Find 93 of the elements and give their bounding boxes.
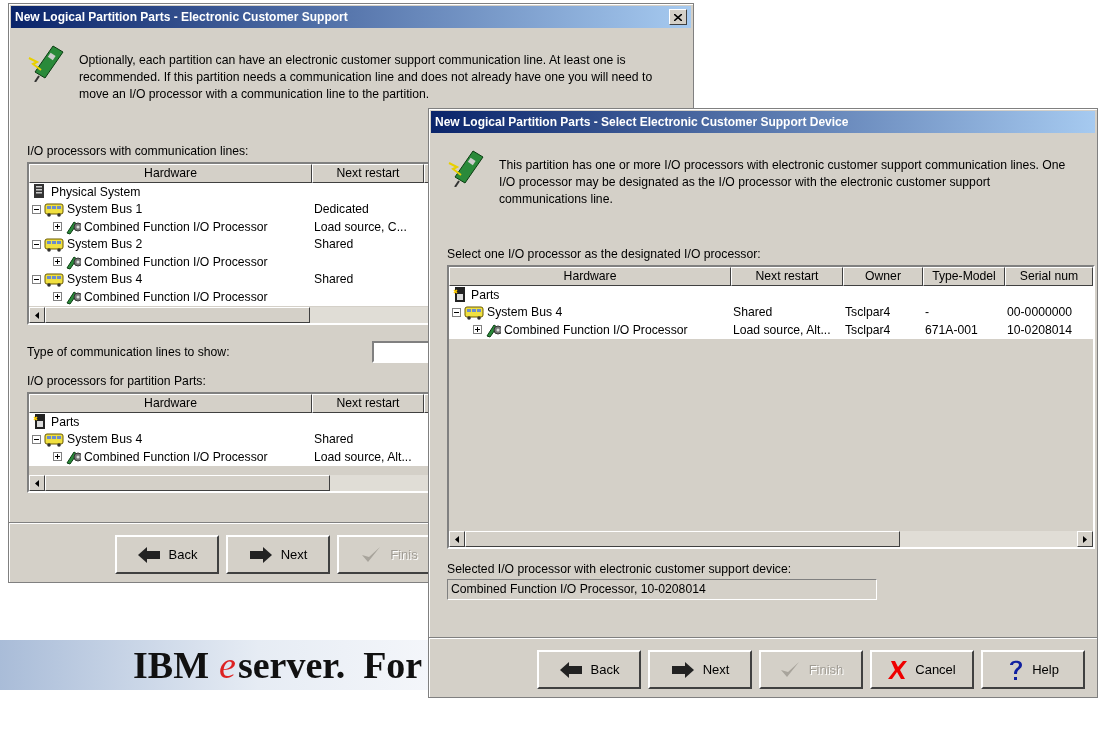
column-header[interactable]: Next restart: [731, 267, 843, 286]
back-button[interactable]: Back: [537, 650, 641, 689]
scroll-left-button[interactable]: [29, 475, 45, 491]
table-cell: 671A-001: [925, 322, 978, 337]
column-header[interactable]: Type-Model: [923, 267, 1005, 286]
tree-item-label[interactable]: Combined Function I/O Processor: [84, 217, 268, 236]
table-cell: 10-0208014: [1007, 322, 1073, 337]
tree-item-label[interactable]: System Bus 1: [67, 200, 143, 219]
section-label: Selected I/O processor with electronic customer support device:: [447, 561, 793, 577]
tree-item-label[interactable]: Physical System: [51, 183, 141, 201]
table-cell: Load source, Alt...: [733, 322, 831, 337]
table-cell: Load source, Alt...: [314, 449, 412, 464]
collapse-icon[interactable]: [452, 307, 461, 317]
bus-icon: [44, 235, 64, 253]
table-cell: Tsclpar4: [845, 322, 891, 337]
next-button[interactable]: Next: [648, 650, 752, 689]
table-cell: Load source, C...: [314, 219, 407, 234]
column-header[interactable]: Next restart: [312, 164, 424, 183]
scrollbar-thumb[interactable]: [465, 531, 900, 547]
tree-item-label[interactable]: Parts: [51, 413, 80, 431]
table-cell: Shared: [314, 237, 354, 252]
partition-icon: [452, 286, 468, 304]
collapse-icon[interactable]: [32, 274, 41, 284]
bus-icon: [464, 303, 484, 321]
scroll-right-button[interactable]: [1077, 531, 1093, 547]
column-header[interactable]: Serial num: [1005, 267, 1093, 286]
tree-item-label[interactable]: Combined Function I/O Processor: [504, 320, 688, 339]
column-header[interactable]: Hardware: [29, 394, 312, 413]
window-title: New Logical Partition Parts - Electronic Customer Support: [15, 9, 348, 26]
expand-icon[interactable]: [473, 325, 482, 335]
column-header[interactable]: Owner: [843, 267, 923, 286]
close-icon: [674, 13, 682, 21]
expand-icon[interactable]: [53, 222, 62, 232]
section-label: I/O processors for partition Parts:: [27, 373, 207, 389]
tree-item-label[interactable]: Combined Function I/O Processor: [84, 447, 268, 466]
section-label: I/O processors with communication lines:: [27, 143, 250, 159]
column-header[interactable]: Hardware: [449, 267, 731, 286]
info-message: Optionally, each partition can have an electronic customer support communication line. At least one is recommended. If this partition needs a communication line and does not already have one you will need to move an I/O processor with a communication line to the partition.: [79, 52, 654, 103]
help-button[interactable]: Help: [981, 650, 1085, 689]
footer-text: For: [363, 642, 423, 688]
scroll-left-button[interactable]: [449, 531, 465, 547]
collapse-icon[interactable]: [32, 204, 41, 214]
table-cell: Tsclpar4: [845, 305, 891, 320]
table-cell: Shared: [314, 272, 354, 287]
column-header[interactable]: Next restart: [312, 394, 424, 413]
close-button[interactable]: [669, 9, 687, 25]
brand-text: IBM: [133, 642, 209, 688]
bus-icon: [44, 430, 64, 448]
right-triangle-icon: [1083, 535, 1087, 543]
back-button[interactable]: Back: [115, 535, 219, 574]
collapse-icon[interactable]: [32, 434, 41, 444]
partition-icon: [32, 413, 48, 431]
logo-letter: e: [219, 642, 236, 688]
checkmark-icon: [778, 660, 801, 679]
tree-item-label[interactable]: System Bus 2: [67, 235, 143, 254]
table-cell: Dedicated: [314, 202, 369, 217]
collapse-icon[interactable]: [32, 239, 41, 249]
info-message: This partition has one or more I/O processors with electronic customer support communication lines. One I/O processor may be designated as the I/O processor with the electronic customer support communications line.: [499, 157, 1067, 208]
tree-item-label[interactable]: Parts: [471, 286, 500, 304]
tree-item-label[interactable]: System Bus 4: [67, 270, 143, 289]
x-icon: [888, 658, 908, 681]
right-arrow-icon: [670, 660, 695, 679]
expand-icon[interactable]: [53, 257, 62, 267]
left-arrow-icon: [558, 660, 583, 679]
right-arrow-icon: [248, 545, 273, 564]
checkmark-icon: [360, 545, 383, 564]
footer-text: server.: [237, 642, 346, 688]
section-label: Type of communication lines to show:: [27, 344, 230, 360]
section-label: Select one I/O processor as the designated I/O processor:: [447, 246, 762, 262]
tree-item-label[interactable]: Combined Function I/O Processor: [84, 287, 268, 306]
left-arrow-icon: [136, 545, 161, 564]
table-cell: Shared: [733, 305, 773, 320]
column-header[interactable]: Hardware: [29, 164, 312, 183]
scrollbar-thumb[interactable]: [45, 475, 330, 491]
left-triangle-icon: [35, 311, 39, 319]
question-mark-icon: [1007, 658, 1025, 681]
bus-icon: [44, 270, 64, 288]
text-field[interactable]: Combined Function I/O Processor, 10-0208014: [447, 579, 877, 600]
scroll-left-button[interactable]: [29, 307, 45, 323]
table-cell: Shared: [314, 432, 354, 447]
left-triangle-icon: [35, 479, 39, 487]
tree-item-label[interactable]: System Bus 4: [67, 430, 143, 449]
window-title: New Logical Partition Parts - Select Electronic Customer Support Device: [435, 114, 849, 131]
expand-icon[interactable]: [53, 452, 62, 462]
bus-icon: [44, 200, 64, 218]
expand-icon[interactable]: [53, 292, 62, 302]
tree-item-label[interactable]: System Bus 4: [487, 303, 563, 322]
cancel-button[interactable]: Cancel: [870, 650, 974, 689]
left-triangle-icon: [455, 535, 459, 543]
table-cell: 00-0000000: [1007, 305, 1073, 320]
table-cell: -: [925, 305, 930, 320]
next-button[interactable]: Next: [226, 535, 330, 574]
scrollbar-thumb[interactable]: [45, 307, 310, 323]
